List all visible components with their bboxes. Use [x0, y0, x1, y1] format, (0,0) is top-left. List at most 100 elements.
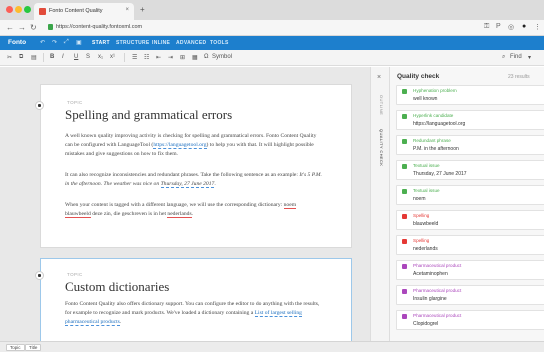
fonto-favicon-icon [39, 8, 46, 15]
issue-text: Thursday, 27 June 2017 [413, 171, 467, 177]
tab-start[interactable]: START [92, 40, 110, 46]
formatting-toolbar: ✂ ⧉ ▤ B I U S x₁ x¹ ☰ ☷ ⇤ ⇥ ⊞ ▦ Ω Symbol… [0, 50, 544, 66]
issue-marker-icon [402, 314, 407, 319]
flagged-word[interactable]: nederlands [167, 211, 192, 218]
paragraph[interactable]: Fonto Content Quality also offers dictio… [65, 300, 323, 327]
quality-result-item[interactable]: Textual issue Thursday, 27 June 2017 [396, 160, 544, 180]
tab-quality-check[interactable]: QUALITY CHECK [379, 129, 384, 166]
tab-structure[interactable]: STRUCTURE [116, 40, 150, 46]
quality-result-item[interactable]: Pharmaceutical product Acetaminophen [396, 260, 544, 280]
close-sidebar-icon[interactable]: × [377, 74, 381, 81]
issue-category: Hyphenation problem [413, 88, 457, 93]
issue-category: Spelling [413, 238, 430, 243]
expand-icon[interactable]: ⤢ [64, 39, 69, 46]
quality-result-item[interactable]: Pharmaceutical product Insulin glargine [396, 285, 544, 305]
numbered-list-icon[interactable]: ☷ [144, 54, 149, 61]
topic-sheet[interactable]: TOPIC Custom dictionaries Fonto Content … [35, 258, 352, 341]
outdent-icon[interactable]: ⇤ [156, 54, 161, 61]
forward-arrow-icon[interactable]: → [18, 23, 26, 32]
hyperlink[interactable]: https://languagetool.org [153, 142, 207, 149]
paragraph-text: geschreven is in het [120, 211, 168, 217]
image-icon[interactable]: ▦ [192, 54, 198, 61]
menu-icon[interactable]: ⋮ [534, 23, 541, 31]
minimize-window-button[interactable] [15, 6, 22, 13]
quality-result-item[interactable]: Hyperlink candidate https://languagetool.… [396, 110, 544, 130]
toolbar-divider [124, 53, 125, 62]
key-icon[interactable]: ⚿ [484, 23, 489, 31]
issue-marker-icon [402, 239, 407, 244]
tab-advanced[interactable]: ADVANCED [176, 40, 206, 46]
quality-result-item[interactable]: Redundant phrase P.M. in the afternoon [396, 135, 544, 155]
underline-button[interactable]: U [74, 54, 78, 60]
tab-tools[interactable]: TOOLS [210, 40, 229, 46]
omega-icon[interactable]: Ω [204, 54, 209, 60]
status-bar: Topic Title [0, 341, 544, 352]
save-icon[interactable]: ▣ [76, 39, 82, 46]
browser-tab[interactable]: Fonto Content Quality × [34, 3, 134, 20]
maximize-window-button[interactable] [24, 6, 31, 13]
quality-result-item[interactable]: Pharmaceutical product Clopidogrel [396, 310, 544, 330]
app-window: Fonto Content Quality × + ← → ↻ https://… [0, 0, 544, 352]
subscript-icon[interactable]: x₁ [98, 54, 103, 60]
back-arrow-icon[interactable]: ← [6, 23, 14, 32]
editor-canvas[interactable]: TOPIC Spelling and grammatical errors A … [0, 67, 370, 341]
breadcrumb-title[interactable]: Title [25, 344, 42, 351]
new-tab-button[interactable]: + [140, 5, 145, 14]
close-window-button[interactable] [6, 6, 13, 13]
quality-result-item[interactable]: Spelling blauwbeeld [396, 210, 544, 230]
profile-icon[interactable]: ● [522, 23, 526, 30]
table-icon[interactable]: ⊞ [180, 54, 185, 61]
flagged-date[interactable]: Thursday, 27 June 2017 [160, 181, 215, 188]
reload-icon[interactable]: ↻ [30, 23, 37, 32]
symbol-button[interactable]: Symbol [212, 54, 232, 60]
drag-handle-icon[interactable] [35, 271, 44, 280]
bullet-list-icon[interactable]: ☰ [132, 54, 137, 61]
issue-category: Spelling [413, 213, 430, 218]
paste-icon[interactable]: ▤ [31, 54, 37, 61]
copy-icon[interactable]: ⧉ [19, 54, 23, 61]
flagged-word[interactable]: noem [283, 202, 297, 209]
cut-icon[interactable]: ✂ [7, 54, 12, 61]
superscript-icon[interactable]: x¹ [110, 54, 115, 60]
redo-icon[interactable]: ↷ [52, 39, 57, 46]
issue-text: Acetaminophen [413, 271, 448, 277]
find-button[interactable]: Find [510, 54, 522, 60]
strikethrough-button[interactable]: S [86, 54, 90, 60]
shield-icon[interactable]: ◎ [508, 23, 514, 31]
section-title[interactable]: Custom dictionaries [65, 279, 169, 295]
paragraph-text: . [119, 319, 122, 325]
tab-inline[interactable]: INLINE [152, 40, 170, 46]
quality-result-item[interactable]: Spelling nederlands [396, 235, 544, 255]
topic-sheet[interactable]: TOPIC Spelling and grammatical errors A … [35, 84, 352, 248]
topic-label: TOPIC [67, 100, 83, 105]
close-tab-icon[interactable]: × [125, 7, 129, 13]
issue-category: Pharmaceutical product [413, 288, 462, 293]
breadcrumb-topic[interactable]: Topic [6, 344, 25, 351]
panel-title: Quality check [397, 73, 440, 80]
quality-result-item[interactable]: Textual issue noem [396, 185, 544, 205]
drag-handle-icon[interactable] [35, 101, 44, 110]
issue-text: Insulin glargine [413, 296, 447, 302]
search-icon[interactable]: ⌕ [502, 54, 505, 61]
paragraph[interactable]: When your content is tagged with a diffe… [65, 201, 323, 219]
issue-marker-icon [402, 139, 407, 144]
paragraph-text: It can also recognize inconsistencies an… [65, 172, 300, 178]
section-title[interactable]: Spelling and grammatical errors [65, 107, 232, 123]
quality-result-item[interactable]: Hyphenation problem well known [396, 85, 544, 105]
indent-icon[interactable]: ⇥ [168, 54, 173, 61]
extension-icon[interactable]: P [496, 23, 501, 30]
tab-outline[interactable]: OUTLINE [379, 95, 384, 115]
quality-check-panel: Quality check 23 results Hyphenation pro… [390, 67, 544, 341]
issue-text: well known [413, 96, 438, 102]
bold-button[interactable]: B [50, 54, 54, 60]
address-field[interactable]: https://content-quality.fontoxml.com [56, 24, 142, 30]
paragraph-text: deze zin, [90, 211, 114, 217]
italic-button[interactable]: I [62, 54, 64, 60]
issue-category: Textual issue [413, 163, 440, 168]
paragraph[interactable]: A well known quality improving activity … [65, 132, 323, 159]
browser-url-bar: ← → ↻ https://content-quality.fontoxml.c… [0, 20, 544, 36]
chevron-down-icon[interactable]: ▾ [528, 54, 531, 61]
paragraph[interactable]: It can also recognize inconsistencies an… [65, 171, 323, 189]
undo-icon[interactable]: ↶ [40, 39, 45, 46]
flagged-word[interactable]: blauwbeeld [65, 211, 91, 218]
